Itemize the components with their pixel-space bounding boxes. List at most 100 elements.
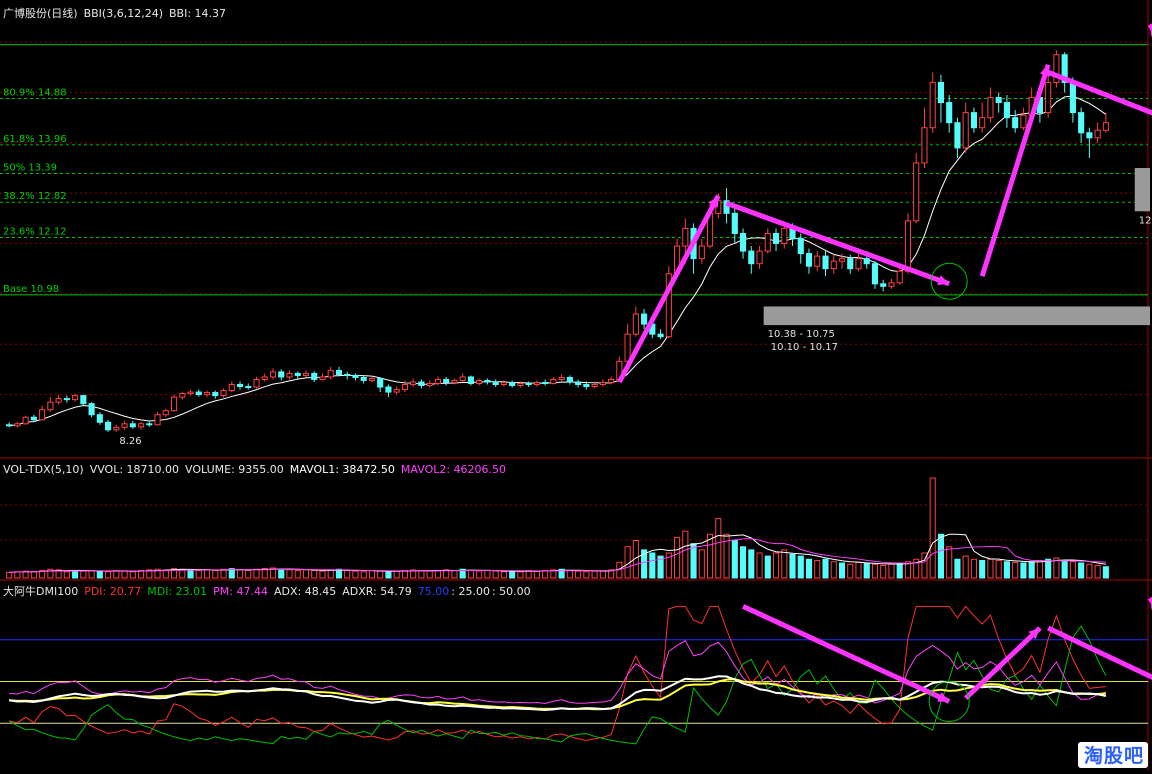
zone-label: 12.64 - 13.50 bbox=[1139, 215, 1152, 226]
candle-body bbox=[385, 386, 392, 393]
price-header: 广博股份(日线) BBI(3,6,12,24) BBI: 14.37 bbox=[3, 5, 232, 21]
volume-bar bbox=[286, 569, 293, 579]
candle-body bbox=[14, 423, 21, 427]
candle-body bbox=[979, 117, 986, 129]
chart-stage: Base 10.98 23.6% 12.12 38.2% 12.82 50% 13.3… bbox=[0, 0, 1152, 770]
candle-body bbox=[426, 383, 433, 387]
volume-bar bbox=[80, 570, 87, 579]
candle-body bbox=[1003, 102, 1010, 119]
candle-body bbox=[212, 392, 219, 397]
volume-bar bbox=[888, 563, 895, 579]
candle-body bbox=[162, 410, 169, 416]
candle-body bbox=[146, 423, 153, 426]
volume-bar bbox=[63, 571, 70, 579]
candle-body bbox=[929, 81, 936, 129]
mavol1-value: MAVOL1: 38472.50 bbox=[289, 463, 395, 476]
candle-body bbox=[138, 423, 145, 428]
candle-body bbox=[805, 253, 813, 267]
volume-bar bbox=[121, 570, 128, 579]
volume-bar bbox=[731, 540, 738, 579]
candle-body bbox=[105, 421, 112, 431]
candle-body bbox=[731, 212, 738, 234]
volume-bar bbox=[360, 571, 367, 579]
volume-bar bbox=[979, 560, 986, 579]
candle-body bbox=[418, 381, 425, 387]
candle-body bbox=[608, 378, 615, 383]
candle-body bbox=[822, 255, 829, 270]
volume-bar bbox=[764, 555, 771, 579]
volume-value: VOLUME: 9355.00 bbox=[185, 463, 284, 476]
candle-body bbox=[344, 373, 351, 376]
mdi-line bbox=[8, 625, 1107, 745]
candle-body bbox=[88, 403, 95, 416]
candle-body bbox=[80, 395, 87, 405]
watermark-logo: 淘股吧 bbox=[1083, 745, 1144, 767]
volume-bar bbox=[96, 570, 103, 579]
volume-bar bbox=[739, 546, 747, 579]
volume-bar bbox=[492, 570, 499, 579]
candle-body bbox=[55, 398, 62, 403]
volume-bar bbox=[690, 543, 697, 579]
fib-level-label: 23.6% 12.12 bbox=[3, 226, 67, 237]
volume-bar bbox=[1020, 562, 1027, 579]
candle-body bbox=[327, 369, 334, 378]
candle-body bbox=[6, 424, 13, 427]
volume-bar bbox=[113, 570, 120, 579]
candle-body bbox=[228, 384, 235, 392]
candle-body bbox=[203, 392, 211, 396]
volume-bar bbox=[954, 558, 961, 579]
volume-bar bbox=[855, 561, 862, 579]
candle-body bbox=[558, 376, 565, 380]
candle-body bbox=[393, 389, 400, 393]
volume-bar bbox=[937, 533, 945, 579]
volume-bar bbox=[484, 570, 491, 579]
volume-bar bbox=[451, 570, 458, 579]
candle-body bbox=[591, 384, 598, 388]
volume-bar bbox=[822, 558, 829, 579]
volume-bar bbox=[863, 562, 870, 579]
candle-body bbox=[22, 416, 29, 425]
candle-body bbox=[368, 377, 376, 381]
volume-bar bbox=[434, 570, 441, 579]
candle-body bbox=[1045, 81, 1052, 114]
candle-body bbox=[525, 383, 532, 386]
volume-bar bbox=[830, 561, 837, 579]
volume-bar bbox=[88, 570, 95, 579]
candle-body bbox=[682, 227, 689, 247]
volume-bar bbox=[105, 571, 112, 579]
volume-bar bbox=[245, 570, 252, 579]
candle-body bbox=[179, 393, 186, 398]
volume-bar bbox=[1028, 561, 1035, 579]
candle-body bbox=[583, 384, 590, 388]
volume-bar bbox=[385, 571, 392, 579]
candle-body bbox=[1094, 129, 1101, 139]
volume-bar bbox=[509, 570, 516, 579]
volume-bar bbox=[575, 570, 582, 579]
candle-body bbox=[698, 245, 705, 260]
volume-bar bbox=[368, 570, 376, 579]
fib-level-label: 50% 13.39 bbox=[3, 163, 57, 174]
candle-body bbox=[401, 384, 409, 391]
volume-bar bbox=[814, 560, 821, 579]
volume-bar bbox=[756, 552, 763, 579]
candle-body bbox=[830, 260, 837, 270]
volume-bar bbox=[995, 560, 1002, 579]
candle-body bbox=[937, 81, 945, 104]
candle-body bbox=[517, 383, 524, 387]
candle-body bbox=[550, 378, 557, 385]
candle-body bbox=[575, 381, 582, 386]
volume-bar bbox=[30, 571, 37, 579]
candle-body bbox=[377, 377, 384, 388]
candle-body bbox=[896, 270, 903, 284]
volume-bar bbox=[476, 570, 483, 579]
candle-body bbox=[871, 263, 879, 285]
mdi-value: MDI: 23.01 bbox=[147, 585, 208, 598]
candle-body bbox=[847, 258, 854, 270]
trend-arrow-head bbox=[937, 275, 950, 286]
volume-bar bbox=[970, 558, 977, 579]
level-75: 75.00 bbox=[417, 585, 450, 598]
candle-body bbox=[756, 250, 763, 265]
volume-bar bbox=[500, 571, 507, 579]
volume-bar bbox=[467, 570, 474, 579]
candle-body bbox=[410, 381, 417, 386]
